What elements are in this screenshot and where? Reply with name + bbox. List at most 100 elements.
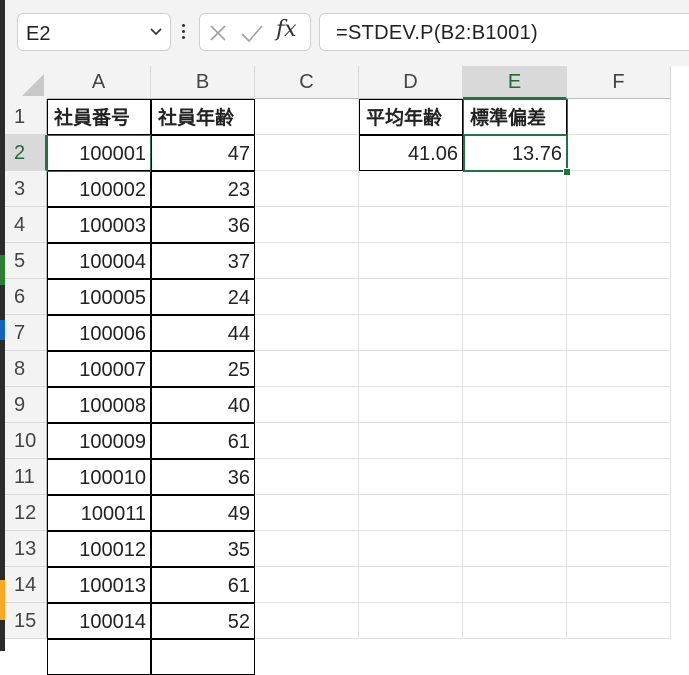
cell-f3[interactable] — [567, 171, 671, 207]
row-header-12[interactable]: 12 — [5, 495, 47, 531]
cell-f14[interactable] — [567, 567, 671, 603]
cell-e5[interactable] — [463, 243, 567, 279]
cell-c14[interactable] — [255, 567, 359, 603]
cell-c8[interactable] — [255, 351, 359, 387]
insert-function-button[interactable]: fx — [276, 17, 297, 42]
cell-d14[interactable] — [359, 567, 463, 603]
cell-a7[interactable]: 100006 — [47, 315, 151, 351]
cell-a3[interactable]: 100002 — [47, 171, 151, 207]
cell-c9[interactable] — [255, 387, 359, 423]
column-header-b[interactable]: B — [151, 66, 255, 99]
chevron-down-icon[interactable] — [148, 23, 164, 39]
cell-e14[interactable] — [463, 567, 567, 603]
cell-e13[interactable] — [463, 531, 567, 567]
cell-a15[interactable]: 100014 — [47, 603, 151, 639]
cell-e7[interactable] — [463, 315, 567, 351]
cell-f11[interactable] — [567, 459, 671, 495]
cell-b7[interactable]: 44 — [151, 315, 255, 351]
cell-a8[interactable]: 100007 — [47, 351, 151, 387]
cell-a4[interactable]: 100003 — [47, 207, 151, 243]
row-header-14[interactable]: 14 — [5, 567, 47, 603]
cell-d9[interactable] — [359, 387, 463, 423]
cell-c3[interactable] — [255, 171, 359, 207]
cell-c4[interactable] — [255, 207, 359, 243]
row-header-11[interactable]: 11 — [5, 459, 47, 495]
cell-a16[interactable] — [47, 639, 151, 675]
cell-e15[interactable] — [463, 603, 567, 639]
cell-b9[interactable]: 40 — [151, 387, 255, 423]
cell-f2[interactable] — [567, 135, 671, 171]
cell-d11[interactable] — [359, 459, 463, 495]
cell-d3[interactable] — [359, 171, 463, 207]
row-header-15[interactable]: 15 — [5, 603, 47, 639]
cell-f15[interactable] — [567, 603, 671, 639]
cell-e9[interactable] — [463, 387, 567, 423]
cell-c1[interactable] — [255, 99, 359, 135]
select-all-button[interactable] — [5, 66, 47, 99]
cell-b2[interactable]: 47 — [151, 135, 255, 171]
cell-b10[interactable]: 61 — [151, 423, 255, 459]
cell-b14[interactable]: 61 — [151, 567, 255, 603]
more-options-icon[interactable] — [179, 22, 187, 42]
cell-e10[interactable] — [463, 423, 567, 459]
cell-a10[interactable]: 100009 — [47, 423, 151, 459]
row-header-7[interactable]: 7 — [5, 315, 47, 351]
column-header-d[interactable]: D — [359, 66, 463, 99]
cell-e6[interactable] — [463, 279, 567, 315]
cell-b15[interactable]: 52 — [151, 603, 255, 639]
row-header-4[interactable]: 4 — [5, 207, 47, 243]
cell-c15[interactable] — [255, 603, 359, 639]
cell-f13[interactable] — [567, 531, 671, 567]
cell-a5[interactable]: 100004 — [47, 243, 151, 279]
cell-c12[interactable] — [255, 495, 359, 531]
cell-b13[interactable]: 35 — [151, 531, 255, 567]
cell-a11[interactable]: 100010 — [47, 459, 151, 495]
cell-a1[interactable]: 社員番号 — [47, 99, 151, 135]
cell-d4[interactable] — [359, 207, 463, 243]
column-header-c[interactable]: C — [255, 66, 359, 99]
cell-f5[interactable] — [567, 243, 671, 279]
cell-d10[interactable] — [359, 423, 463, 459]
cell-a12[interactable]: 100011 — [47, 495, 151, 531]
cell-c7[interactable] — [255, 315, 359, 351]
cell-c2[interactable] — [255, 135, 359, 171]
cell-c6[interactable] — [255, 279, 359, 315]
cell-b5[interactable]: 37 — [151, 243, 255, 279]
row-header-10[interactable]: 10 — [5, 423, 47, 459]
cell-b11[interactable]: 36 — [151, 459, 255, 495]
cell-d5[interactable] — [359, 243, 463, 279]
column-header-f[interactable]: F — [567, 66, 671, 99]
cell-e11[interactable] — [463, 459, 567, 495]
cell-f4[interactable] — [567, 207, 671, 243]
cell-d13[interactable] — [359, 531, 463, 567]
cell-a13[interactable]: 100012 — [47, 531, 151, 567]
enter-check-icon[interactable] — [240, 23, 264, 43]
cell-d1[interactable]: 平均年齢 — [359, 99, 463, 135]
cell-f6[interactable] — [567, 279, 671, 315]
row-header-9[interactable]: 9 — [5, 387, 47, 423]
cell-c5[interactable] — [255, 243, 359, 279]
formula-input[interactable]: =STDEV.P(B2:B1001) — [319, 13, 689, 51]
cell-f10[interactable] — [567, 423, 671, 459]
cell-e12[interactable] — [463, 495, 567, 531]
fill-handle[interactable] — [563, 168, 571, 176]
cell-b4[interactable]: 36 — [151, 207, 255, 243]
cell-f9[interactable] — [567, 387, 671, 423]
cancel-icon[interactable] — [208, 23, 228, 43]
cell-c11[interactable] — [255, 459, 359, 495]
row-header-1[interactable]: 1 — [5, 99, 47, 135]
row-header-6[interactable]: 6 — [5, 279, 47, 315]
row-header-8[interactable]: 8 — [5, 351, 47, 387]
cell-e3[interactable] — [463, 171, 567, 207]
cell-a9[interactable]: 100008 — [47, 387, 151, 423]
row-header-3[interactable]: 3 — [5, 171, 47, 207]
cell-b8[interactable]: 25 — [151, 351, 255, 387]
cell-d8[interactable] — [359, 351, 463, 387]
row-header-5[interactable]: 5 — [5, 243, 47, 279]
cell-e4[interactable] — [463, 207, 567, 243]
cell-f8[interactable] — [567, 351, 671, 387]
cell-b6[interactable]: 24 — [151, 279, 255, 315]
cell-b16[interactable] — [151, 639, 255, 675]
cell-d6[interactable] — [359, 279, 463, 315]
cell-a6[interactable]: 100005 — [47, 279, 151, 315]
